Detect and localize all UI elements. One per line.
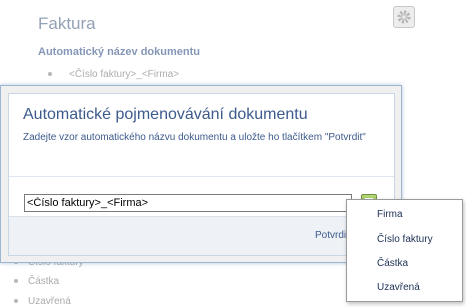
dialog-panel: Automatické pojmenovávání dokumentu Zade… xyxy=(8,93,395,256)
menu-item-uzavrena[interactable]: Uzavřená xyxy=(377,282,420,293)
dialog-footer: Potvrdit xyxy=(9,216,394,255)
menu-item-cislo-faktury[interactable]: Číslo faktury xyxy=(377,234,433,245)
menu-item-firma[interactable]: Firma xyxy=(377,209,403,220)
confirm-button[interactable]: Potvrdit xyxy=(315,230,349,241)
dialog-header: Automatické pojmenovávání dokumentu Zade… xyxy=(9,94,394,176)
field-dropdown-menu: Firma Číslo faktury Částka Uzavřená xyxy=(346,199,463,302)
menu-item-castka[interactable]: Částka xyxy=(377,258,408,269)
dialog-description: Zadejte vzor automatického názvu dokumen… xyxy=(23,132,366,143)
dialog-title: Automatické pojmenovávání dokumentu xyxy=(23,106,308,123)
template-input[interactable] xyxy=(24,194,352,212)
auto-naming-dialog: Automatické pojmenovávání dokumentu Zade… xyxy=(0,85,402,263)
